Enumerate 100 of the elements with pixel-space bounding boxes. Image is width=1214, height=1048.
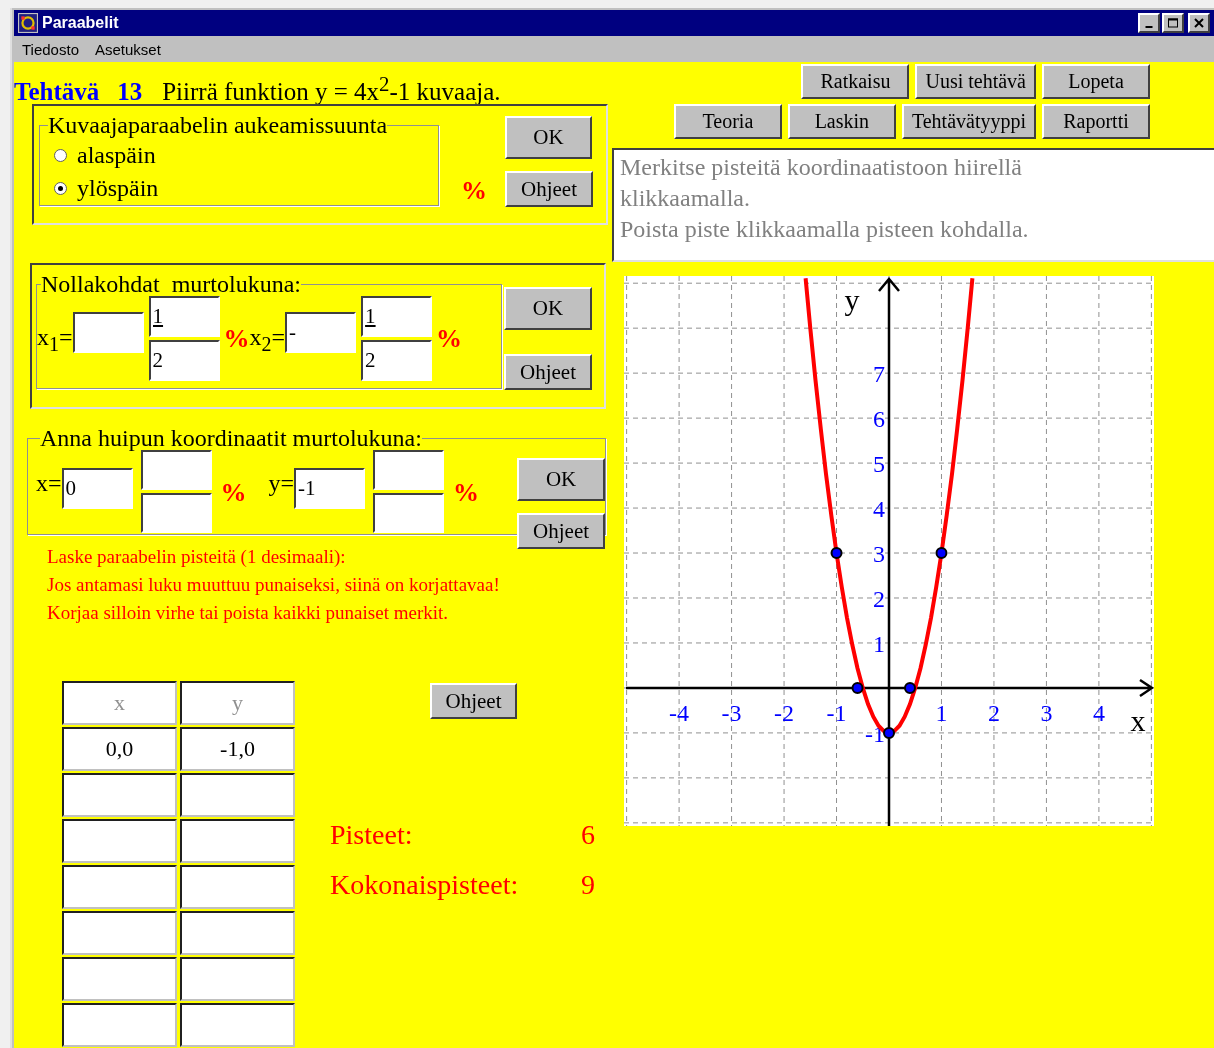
variable-label: y= xyxy=(268,470,295,497)
tick-label: -3 xyxy=(721,699,742,726)
denominator-field[interactable] xyxy=(373,493,445,533)
variable-label: x= xyxy=(36,470,62,497)
table-cell[interactable]: -1,0 xyxy=(180,727,295,771)
help-button[interactable]: Ohjeet xyxy=(430,683,517,719)
table-cell[interactable] xyxy=(180,1003,295,1047)
table-cell[interactable] xyxy=(180,773,295,817)
toolbar-button[interactable]: Teoria xyxy=(673,104,782,139)
table-cell[interactable] xyxy=(62,773,177,817)
minimize-button[interactable] xyxy=(1138,13,1160,33)
table-cell[interactable] xyxy=(180,957,295,1001)
input-field[interactable] xyxy=(72,312,144,353)
toolbar-button[interactable]: Laskin xyxy=(787,104,896,139)
table-cell[interactable] xyxy=(180,865,295,909)
help-button[interactable]: Ohjeet xyxy=(504,354,592,390)
status-mark: % xyxy=(220,478,247,508)
tick-label: 4 xyxy=(873,496,885,523)
toolbar-button[interactable]: Tehtävätyyppi xyxy=(901,104,1036,139)
variable-label: x$_{2}$= xyxy=(249,324,286,356)
numerator-field[interactable]: 1 xyxy=(148,296,220,337)
score-label: Kokonaispisteet: xyxy=(330,869,519,902)
toolbar-button[interactable]: Uusi tehtävä xyxy=(915,64,1036,99)
hint-text: Merkitse pisteitä koordinaatistoon hiirellä klikkaamalla. xyxy=(620,153,1023,213)
table-cell[interactable] xyxy=(62,819,177,863)
tick-label: 2 xyxy=(987,699,1000,726)
denominator-field[interactable] xyxy=(140,493,212,533)
point-marker[interactable] xyxy=(883,726,895,739)
table-cell[interactable] xyxy=(62,957,177,1001)
tick-label: 3 xyxy=(1040,699,1053,726)
tick-label: -1 xyxy=(865,720,885,747)
score-value: 9 xyxy=(581,869,595,902)
close-button[interactable] xyxy=(1188,13,1210,33)
tick-label: -2 xyxy=(774,699,795,726)
status-mark: % xyxy=(436,324,463,354)
ok-button[interactable]: OK xyxy=(517,458,606,501)
score-label: Pisteet: xyxy=(330,819,413,852)
table-cell[interactable] xyxy=(180,911,295,955)
score-value: 6 xyxy=(581,819,595,852)
function-graph[interactable]: -4 -3 -2 -1 1 2 3 4 -1 1 2 3 4 5 6 7 x y xyxy=(624,276,1154,826)
radio-button[interactable] xyxy=(54,149,67,162)
numerator-field[interactable]: 1 xyxy=(361,296,433,337)
radio-label[interactable]: ylöspäin xyxy=(77,175,159,202)
table-cell[interactable] xyxy=(180,819,295,863)
point-marker[interactable] xyxy=(935,547,948,559)
close-icon xyxy=(1193,18,1205,28)
ok-button[interactable]: OK xyxy=(505,116,592,159)
axis-label: x xyxy=(1130,703,1146,737)
column-header: y xyxy=(180,681,295,725)
window-title: Paraabelit xyxy=(42,14,119,32)
status-mark: % xyxy=(223,324,250,354)
tick-label: 4 xyxy=(1092,699,1105,726)
input-field[interactable]: -1 xyxy=(294,468,366,509)
radio-button[interactable] xyxy=(54,182,67,195)
tick-label: 3 xyxy=(873,541,885,567)
tick-label: 1 xyxy=(873,630,885,657)
table-cell[interactable] xyxy=(62,1003,177,1047)
axis-label: y xyxy=(844,283,860,317)
tick-label: -1 xyxy=(826,699,847,726)
tick-label: 5 xyxy=(873,451,885,478)
ok-button[interactable]: OK xyxy=(504,287,592,330)
point-marker[interactable] xyxy=(904,681,916,694)
task-number: 13 xyxy=(117,78,143,107)
tick-label: 2 xyxy=(873,586,885,612)
tick-label: 1 xyxy=(935,699,948,726)
table-cell[interactable] xyxy=(62,865,177,909)
toolbar-button[interactable]: Ratkaisu xyxy=(801,64,910,99)
maximize-icon xyxy=(1167,18,1179,28)
minimize-icon xyxy=(1145,26,1153,28)
point-marker[interactable] xyxy=(851,681,864,694)
table-cell[interactable] xyxy=(62,911,177,955)
tick-label: 6 xyxy=(873,406,885,433)
numerator-field[interactable] xyxy=(373,450,445,490)
denominator-field[interactable]: 2 xyxy=(361,340,433,381)
point-marker[interactable] xyxy=(830,547,843,559)
input-field[interactable]: 0 xyxy=(61,468,133,509)
variable-label: x$_{1}$= xyxy=(37,324,73,356)
table-cell[interactable]: 0,0 xyxy=(62,727,177,771)
input-field[interactable]: - xyxy=(285,312,357,353)
menu-item[interactable]: Tiedosto xyxy=(22,40,79,58)
instruction-text: Korjaa silloin virhe tai poista kaikki punaiset merkit. xyxy=(47,601,450,625)
menu-item[interactable]: Asetukset xyxy=(95,40,161,58)
toolbar-button[interactable]: Raportti xyxy=(1042,104,1150,139)
group-legend: Nollakohdat murtolukuna: xyxy=(41,271,301,298)
denominator-field[interactable]: 2 xyxy=(148,340,220,381)
tick-label: 7 xyxy=(873,361,885,388)
radio-label[interactable]: alaspäin xyxy=(77,142,156,169)
task-label: Tehtävä xyxy=(14,78,100,107)
column-header: x xyxy=(62,681,177,725)
hint-text: Poista piste klikkaamalla pisteen kohdalla. xyxy=(620,215,1030,244)
toolbar-button[interactable]: Lopeta xyxy=(1042,64,1150,99)
group-legend: Kuvaajaparaabelin aukeamissuunta xyxy=(48,112,388,139)
instruction-text: Laske paraabelin pisteitä (1 desimaali): xyxy=(47,545,347,569)
tick-label: -4 xyxy=(669,699,690,726)
group-legend: Anna huipun koordinaatit murtolukuna: xyxy=(40,425,422,452)
maximize-button[interactable] xyxy=(1162,13,1184,33)
help-button[interactable]: Ohjeet xyxy=(517,513,606,549)
status-mark: % xyxy=(461,176,487,206)
numerator-field[interactable] xyxy=(140,450,212,490)
help-button[interactable]: Ohjeet xyxy=(505,171,593,207)
